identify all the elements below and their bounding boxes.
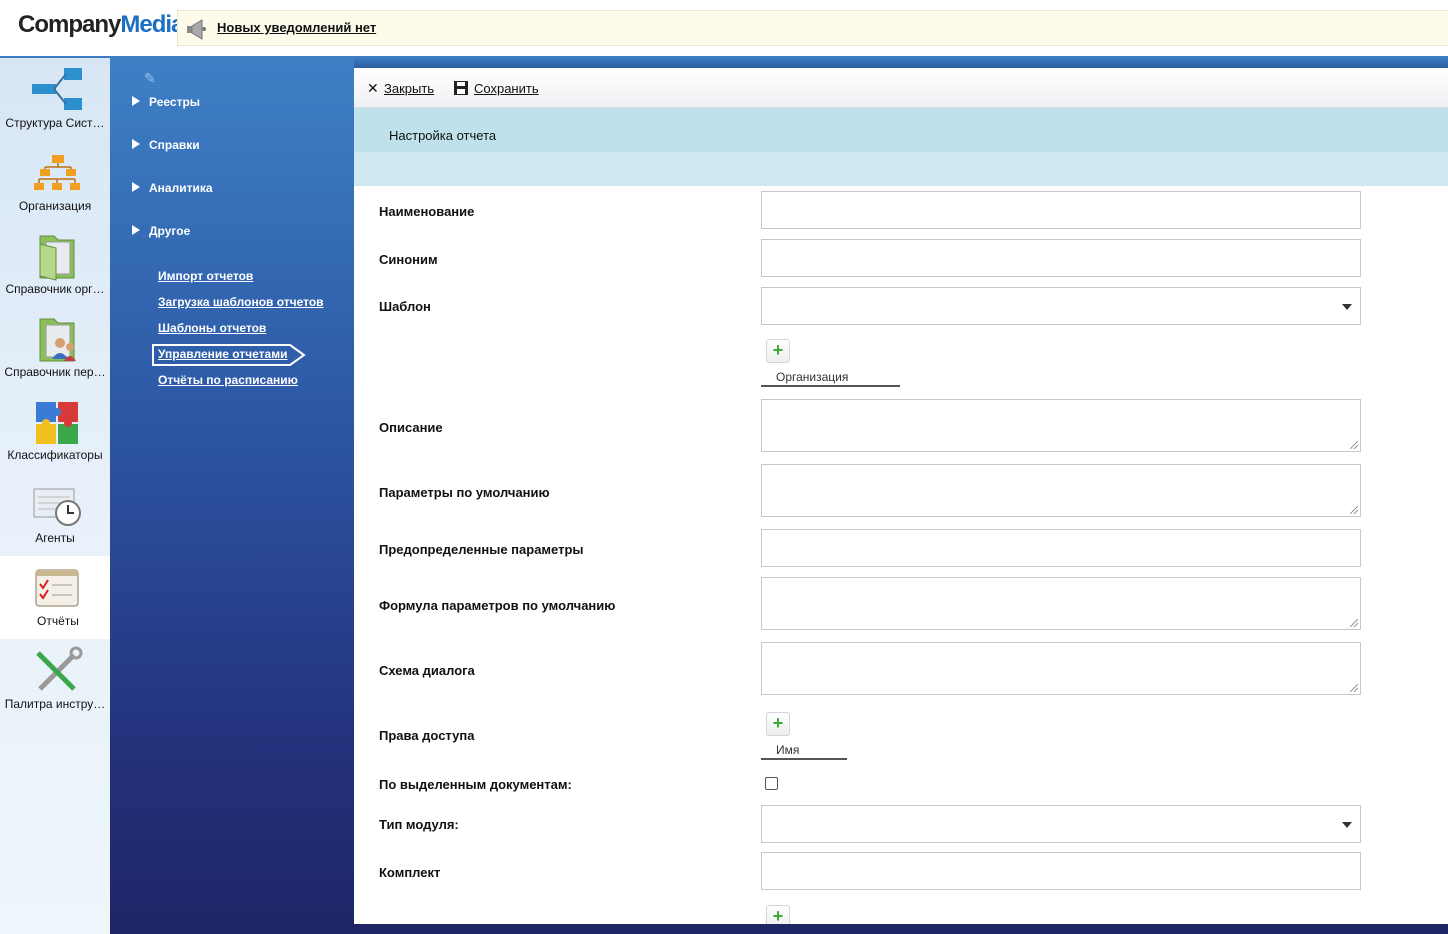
main-content: ✕ Закрыть Сохранить Настройка отчета Наи…	[354, 68, 1448, 929]
selected-docs-checkbox[interactable]	[765, 777, 778, 790]
module-organization[interactable]: Организация	[0, 141, 110, 224]
formula-label: Формула параметров по умолчанию	[379, 598, 616, 613]
tools-icon	[36, 646, 83, 691]
synonym-label: Синоним	[379, 252, 438, 267]
module-label: Классификаторы	[7, 448, 103, 462]
folder-users-icon	[39, 318, 76, 362]
bottom-bar	[354, 924, 1448, 934]
chevron-down-icon	[1342, 304, 1352, 310]
expand-arrow-icon	[132, 225, 140, 235]
nav-section-label: Аналитика	[149, 181, 213, 195]
report-checklist-icon	[35, 569, 79, 607]
close-icon[interactable]: ✕	[367, 80, 379, 97]
module-label: Справочник пер…	[4, 365, 106, 379]
default-params-label: Параметры по умолчанию	[379, 485, 550, 500]
logo-company-text: Company	[18, 11, 121, 38]
selected-docs-label: По выделенным документам:	[379, 777, 572, 792]
structure-icon	[32, 68, 82, 110]
module-agents[interactable]: Агенты	[0, 473, 110, 556]
module-label: Структура Сист…	[5, 116, 105, 130]
top-header: CompanyMedia Новых уведомлений нет	[0, 0, 1448, 58]
nav-link-report-templates[interactable]: Шаблоны отчетов	[158, 321, 266, 335]
app-logo[interactable]: CompanyMedia	[18, 11, 184, 39]
navigation-panel: ✎ Реестры Справки Аналитика Другое Импор…	[110, 58, 354, 934]
nav-link-scheduled-reports[interactable]: Отчёты по расписанию	[158, 373, 298, 387]
expand-arrow-icon	[132, 139, 140, 149]
megaphone-icon[interactable]	[184, 17, 208, 41]
module-personnel-directory[interactable]: Справочник пер…	[0, 307, 110, 390]
page-title: Настройка отчета	[389, 128, 497, 143]
puzzle-icon	[36, 402, 78, 444]
name-input[interactable]	[761, 191, 1361, 229]
description-textarea[interactable]	[761, 399, 1361, 452]
folder-icon	[39, 235, 75, 281]
module-type-label: Тип модуля:	[379, 817, 459, 832]
module-structure[interactable]: Структура Сист…	[0, 58, 110, 141]
save-icon[interactable]	[454, 81, 468, 95]
expand-arrow-icon	[132, 182, 140, 192]
nav-link-report-management[interactable]: Управление отчетами	[158, 347, 287, 361]
nav-section-label: Реестры	[149, 95, 201, 109]
add-organization-button[interactable]: +	[766, 339, 790, 363]
report-settings-form: Наименование Синоним Шаблон + Организаци…	[364, 186, 1448, 929]
header-inner-band	[354, 152, 1448, 186]
nav-section-label: Справки	[149, 138, 200, 152]
close-button[interactable]: Закрыть	[384, 81, 434, 96]
chevron-down-icon	[1342, 822, 1352, 828]
active-arrow-icon	[290, 344, 306, 366]
nav-link-upload-templates[interactable]: Загрузка шаблонов отчетов	[158, 295, 324, 309]
pin-icon[interactable]: ✎	[144, 70, 156, 87]
organization-column-header[interactable]: Организация	[761, 370, 900, 387]
module-reports[interactable]: Отчёты	[0, 556, 126, 639]
module-label: Палитра инстру…	[4, 697, 106, 711]
description-label: Описание	[379, 420, 443, 435]
template-select[interactable]	[761, 287, 1361, 325]
name-label: Наименование	[379, 204, 475, 219]
organization-icon	[34, 155, 80, 190]
clock-icon	[33, 488, 81, 526]
module-classifiers[interactable]: Классификаторы	[0, 390, 110, 473]
nav-link-import-reports[interactable]: Импорт отчетов	[158, 269, 253, 283]
notification-bar: Новых уведомлений нет	[177, 10, 1448, 46]
kit-label: Комплект	[379, 865, 441, 880]
default-params-textarea[interactable]	[761, 464, 1361, 517]
module-org-directory[interactable]: Справочник орг…	[0, 224, 110, 307]
module-label: Отчёты	[37, 614, 79, 628]
expand-arrow-icon	[132, 96, 140, 106]
module-label: Организация	[18, 199, 92, 213]
predefined-params-input[interactable]	[761, 529, 1361, 567]
dialog-schema-textarea[interactable]	[761, 642, 1361, 695]
formula-textarea[interactable]	[761, 577, 1361, 630]
module-label: Справочник орг…	[5, 282, 105, 296]
nav-section-registers[interactable]: Реестры	[132, 95, 200, 109]
nav-section-label: Другое	[149, 224, 191, 238]
save-button[interactable]: Сохранить	[474, 81, 539, 96]
kit-input[interactable]	[761, 852, 1361, 890]
module-tools-palette[interactable]: Палитра инстру…	[0, 639, 110, 722]
access-name-column-header[interactable]: Имя	[761, 743, 847, 760]
toolbar: ✕ Закрыть Сохранить	[354, 68, 1448, 108]
notification-link[interactable]: Новых уведомлений нет	[217, 20, 376, 35]
add-access-button[interactable]: +	[766, 712, 790, 736]
logo-media-text: Media	[120, 11, 184, 38]
template-label: Шаблон	[379, 299, 431, 314]
dialog-schema-label: Схема диалога	[379, 663, 475, 678]
nav-section-analytics[interactable]: Аналитика	[132, 181, 213, 195]
module-iconbar: Структура Сист… Организация Справочник о…	[0, 58, 126, 934]
nav-section-references[interactable]: Справки	[132, 138, 200, 152]
predefined-params-label: Предопределенные параметры	[379, 542, 584, 557]
synonym-input[interactable]	[761, 239, 1361, 277]
module-label: Агенты	[35, 531, 75, 545]
module-type-select[interactable]	[761, 805, 1361, 843]
access-label: Права доступа	[379, 728, 475, 743]
page-header: Настройка отчета	[354, 108, 1448, 186]
nav-section-other[interactable]: Другое	[132, 224, 190, 238]
